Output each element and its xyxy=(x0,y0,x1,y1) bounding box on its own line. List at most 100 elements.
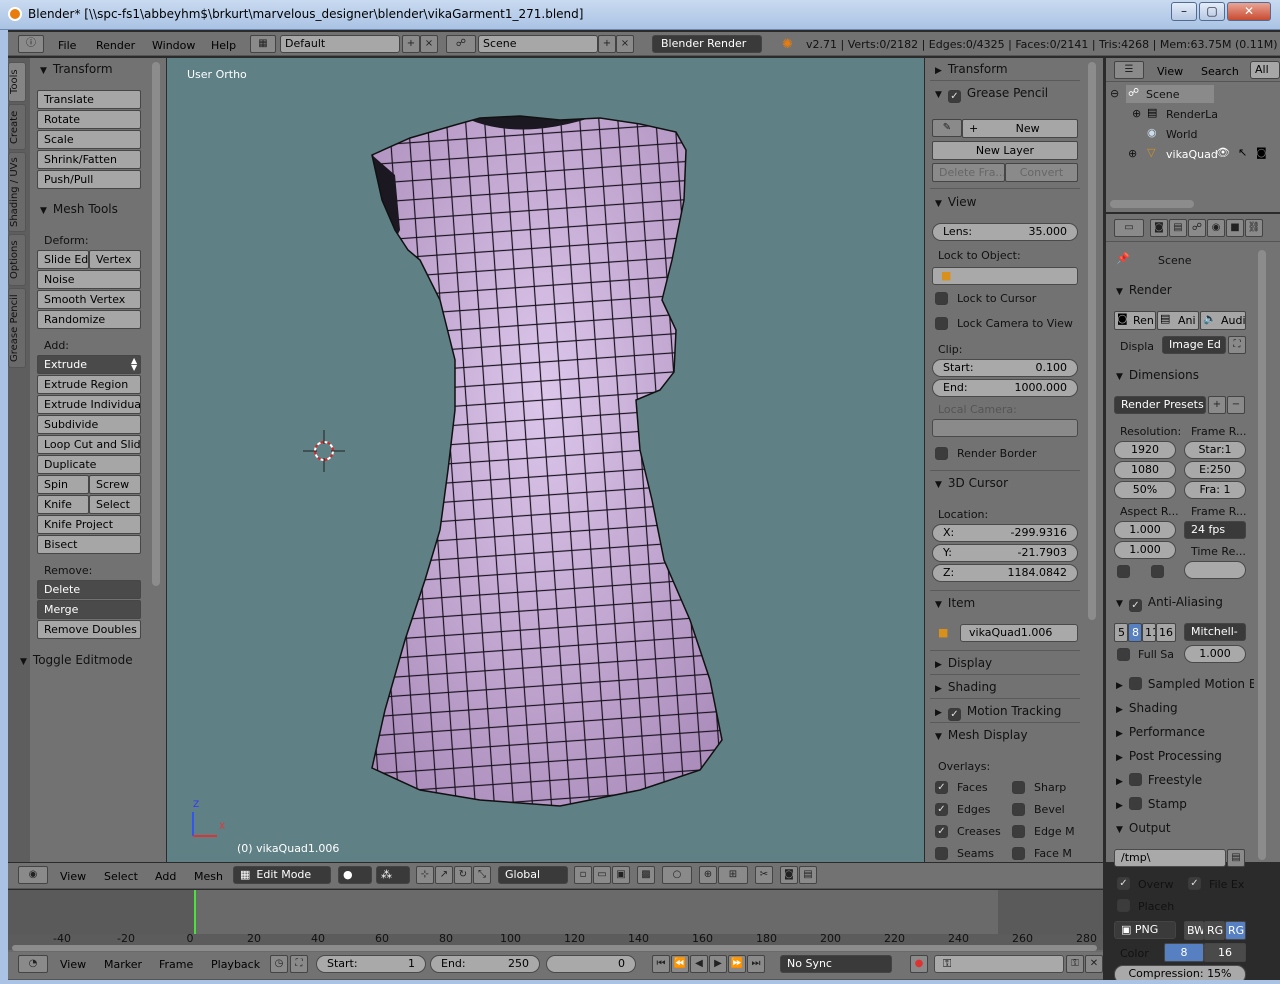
resolution-percent-field[interactable]: 50% xyxy=(1114,481,1176,499)
properties-editor-icon[interactable]: ▭ xyxy=(1114,219,1144,237)
occlude-geometry-icon[interactable]: ▩ xyxy=(637,866,655,884)
display-selector[interactable]: Image Ed xyxy=(1162,336,1226,354)
outliner-view-menu[interactable]: View xyxy=(1157,65,1183,78)
render-layers-context-icon[interactable]: ▤ xyxy=(1169,219,1187,237)
convert-button[interactable]: Convert xyxy=(1005,163,1078,182)
timeline-scrollbar[interactable] xyxy=(12,945,1097,951)
motion-tracking-header[interactable]: ▶ ✓ Motion Tracking xyxy=(935,704,1061,721)
play-icon[interactable]: ▶ xyxy=(709,955,727,973)
display-header[interactable]: ▶ Display xyxy=(935,656,992,670)
opengl-animation-icon[interactable]: ▤ xyxy=(799,866,817,884)
snap-icon[interactable]: ⊕ xyxy=(699,866,717,884)
cursor-z-field[interactable]: Z: 1184.0842 xyxy=(932,564,1078,582)
render-border-checkbox[interactable] xyxy=(935,447,948,460)
remove-doubles-button[interactable]: Remove Doubles xyxy=(37,620,141,639)
screen-layout-icon[interactable]: ▦ xyxy=(250,35,276,53)
npanel-scrollbar[interactable] xyxy=(1088,62,1096,620)
aa-samples-5[interactable]: 5 xyxy=(1114,623,1128,642)
info-menu-help[interactable]: Help xyxy=(211,39,236,52)
insert-keyframe-icon[interactable]: ⚿ xyxy=(1066,955,1084,973)
timeline-start-field[interactable]: Start: 1 xyxy=(316,955,426,973)
properties-scrollbar[interactable] xyxy=(1258,250,1266,860)
delete-keyframe-icon[interactable]: ✕ xyxy=(1085,955,1103,973)
item-name-field[interactable]: vikaQuad1.006 xyxy=(960,624,1078,642)
aspect-x-field[interactable]: 1.000 xyxy=(1114,521,1176,539)
extrude-menu[interactable]: Extrude xyxy=(37,355,141,374)
render-presets-menu[interactable]: Render Presets xyxy=(1114,396,1206,414)
cursor-x-field[interactable]: X: -299.9316 xyxy=(932,524,1078,542)
outliner-editor-icon[interactable]: ☰ xyxy=(1114,61,1144,79)
delete-menu[interactable]: Delete xyxy=(37,580,141,599)
clip-start-field[interactable]: Start: 0.100 xyxy=(932,359,1078,377)
spin-button[interactable]: Spin xyxy=(37,475,89,494)
timeline-view-menu[interactable]: View xyxy=(60,958,86,971)
minimize-button[interactable]: – xyxy=(1171,2,1197,21)
rotate-button[interactable]: Rotate xyxy=(37,110,141,129)
shrink-fatten-button[interactable]: Shrink/Fatten xyxy=(37,150,141,169)
selectable-cursor-icon[interactable]: ↖ xyxy=(1238,146,1247,159)
tab-tools[interactable]: Tools xyxy=(8,62,26,102)
scene-selector[interactable]: Scene xyxy=(478,35,598,53)
delete-frame-button[interactable]: Delete Fra... xyxy=(932,163,1005,182)
lens-field[interactable]: Lens: 35.000 xyxy=(932,223,1078,241)
visibility-eye-icon[interactable]: 👁 xyxy=(1216,146,1230,159)
outliner-item-scene[interactable]: Scene xyxy=(1146,88,1180,101)
file-extension-checkbox[interactable]: ✓ xyxy=(1188,877,1201,890)
face-select-icon[interactable]: ▣ xyxy=(612,866,630,884)
lock-range-icon[interactable]: ⛶ xyxy=(290,955,308,973)
aspect-y-field[interactable]: 1.000 xyxy=(1114,541,1176,559)
slide-edge-button[interactable]: Slide Ed xyxy=(37,250,89,269)
anti-aliasing-header[interactable]: ▼ ✓ Anti-Aliasing xyxy=(1116,595,1223,612)
rotate-manipulator-icon[interactable]: ↻ xyxy=(454,866,472,884)
extrude-individual-button[interactable]: Extrude Individual xyxy=(37,395,141,414)
overwrite-checkbox[interactable]: ✓ xyxy=(1117,877,1130,890)
bisect-button[interactable]: Bisect xyxy=(37,535,141,554)
scale-manipulator-icon[interactable]: ⤡ xyxy=(473,866,491,884)
shading-panel-header[interactable]: ▶ Shading xyxy=(1116,701,1178,715)
grease-new-button[interactable]: + New xyxy=(962,119,1078,138)
outliner-item-world[interactable]: World xyxy=(1166,128,1198,141)
timeline-playback-menu[interactable]: Playback xyxy=(211,958,260,971)
extrude-region-button[interactable]: Extrude Region xyxy=(37,375,141,394)
crop-checkbox[interactable] xyxy=(1151,565,1164,578)
face-marks-checkbox[interactable] xyxy=(1012,847,1025,860)
current-frame-field[interactable]: 0 xyxy=(546,955,636,973)
view3d-editor-icon[interactable]: ◉ xyxy=(18,866,48,884)
scene-expand-icon[interactable]: ⊖ xyxy=(1110,87,1119,100)
pin-icon[interactable]: 📌 xyxy=(1116,252,1130,265)
view3d-add-menu[interactable]: Add xyxy=(155,870,176,883)
timeline-editor-icon[interactable]: ◔ xyxy=(18,955,48,973)
shading-header[interactable]: ▶ Shading xyxy=(935,680,997,694)
opengl-render-icon[interactable]: ◙ xyxy=(780,866,798,884)
merge-menu[interactable]: Merge xyxy=(37,600,141,619)
outliner-display-selector[interactable]: All xyxy=(1250,61,1280,79)
remove-preset-icon[interactable]: − xyxy=(1227,396,1245,414)
outliner-item-renderlayers[interactable]: RenderLa xyxy=(1166,108,1218,121)
keying-set-field[interactable]: ⚿ xyxy=(934,955,1064,973)
jump-end-icon[interactable]: ⏭ xyxy=(747,955,765,973)
freestyle-header[interactable]: ▶ Freestyle xyxy=(1116,773,1202,787)
lock-cursor-checkbox[interactable] xyxy=(935,292,948,305)
transform-panel-header[interactable]: ▼ Transform xyxy=(40,62,113,76)
mesh-display-header[interactable]: ▼ Mesh Display xyxy=(935,728,1028,742)
close-button[interactable]: ✕ xyxy=(1227,2,1271,21)
outliner-hscrollbar[interactable] xyxy=(1110,200,1194,208)
next-keyframe-icon[interactable]: ⏩ xyxy=(728,955,746,973)
faces-checkbox[interactable]: ✓ xyxy=(935,781,948,794)
3d-cursor-icon[interactable] xyxy=(303,430,345,472)
current-frame-line[interactable] xyxy=(194,890,196,934)
manipulator-toggle-icon[interactable]: ⊹ xyxy=(416,866,434,884)
edge-marks-checkbox[interactable] xyxy=(1012,825,1025,838)
remove-scene-icon[interactable]: × xyxy=(616,35,634,53)
timeline-frame-menu[interactable]: Frame xyxy=(159,958,193,971)
slide-vertex-button[interactable]: Vertex xyxy=(89,250,141,269)
auto-keyframe-record-icon[interactable]: ● xyxy=(910,955,928,973)
screw-button[interactable]: Screw xyxy=(89,475,141,494)
aa-filter-selector[interactable]: Mitchell- xyxy=(1184,623,1246,641)
object-context-icon[interactable]: ■ xyxy=(1226,219,1244,237)
timeline-marker-menu[interactable]: Marker xyxy=(104,958,142,971)
randomize-button[interactable]: Randomize xyxy=(37,310,141,329)
scene-icon[interactable]: ☍ xyxy=(446,35,476,53)
edge-select-icon[interactable]: ▭ xyxy=(593,866,611,884)
jump-start-icon[interactable]: ⏮ xyxy=(652,955,670,973)
